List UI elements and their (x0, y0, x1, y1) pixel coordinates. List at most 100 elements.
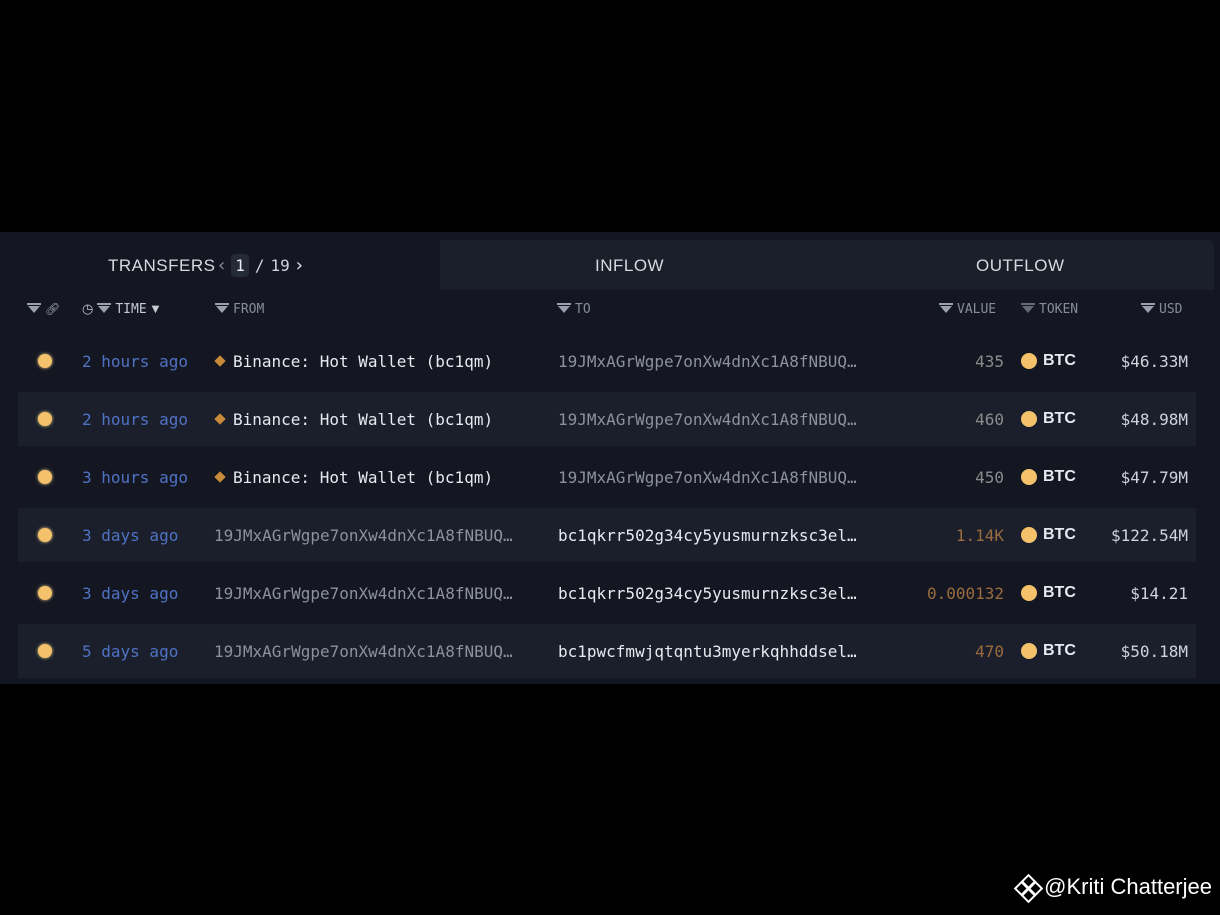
binance-icon (214, 471, 226, 483)
row-from[interactable]: Binance: Hot Wallet (bc1qm) (214, 450, 494, 504)
status-dot (38, 334, 52, 388)
status-dot (38, 392, 52, 446)
tab-inflow-outflow-bg: INFLOW OUTFLOW (440, 240, 1214, 290)
row-token[interactable]: BTC (1021, 450, 1076, 504)
row-time[interactable]: 3 days ago (82, 508, 178, 562)
header-link-filter[interactable]: 🔗︎ (27, 302, 60, 316)
row-usd: $47.79M (1120, 467, 1188, 487)
row-token[interactable]: BTC (1021, 624, 1076, 678)
btc-icon (1021, 643, 1037, 659)
row-from[interactable]: 19JMxAGrWgpe7onXw4dnXc1A8fNBUQ… (214, 624, 513, 678)
row-time[interactable]: 2 hours ago (82, 334, 188, 388)
row-usd: $48.98M (1120, 409, 1188, 429)
header-time[interactable]: ◷ TIME ▼ (82, 302, 159, 317)
header-to-label: TO (575, 302, 591, 317)
filter-icon[interactable] (1021, 303, 1035, 313)
header-token-label: TOKEN (1039, 302, 1079, 317)
total-pages: 19 (270, 255, 290, 275)
row-from[interactable]: 19JMxAGrWgpe7onXw4dnXc1A8fNBUQ… (214, 566, 513, 620)
row-from-label: Binance: Hot Wallet (bc1qm) (233, 351, 494, 371)
row-from[interactable]: Binance: Hot Wallet (bc1qm) (214, 334, 494, 388)
row-time[interactable]: 5 days ago (82, 624, 178, 678)
filter-icon[interactable] (27, 302, 41, 313)
row-value: 460 (975, 409, 1004, 429)
binance-icon (214, 355, 226, 367)
btc-icon (1021, 353, 1037, 369)
transfers-panel: TRANSFERS ‹ 1 / 19 › INFLOW OUTFLOW 🔗︎ ◷… (0, 232, 1220, 684)
clock-icon: ◷ (82, 302, 94, 317)
page-separator: / (254, 255, 265, 275)
table-row[interactable]: 2 hours ago Binance: Hot Wallet (bc1qm) … (18, 334, 1196, 388)
header-value[interactable]: VALUE (939, 302, 997, 317)
header-value-label: VALUE (957, 302, 997, 317)
row-token-label: BTC (1043, 352, 1076, 369)
table-row[interactable]: 3 days ago 19JMxAGrWgpe7onXw4dnXc1A8fNBU… (18, 508, 1196, 562)
current-page: 1 (231, 253, 249, 277)
row-value: 450 (975, 467, 1004, 487)
filter-icon[interactable] (215, 303, 229, 313)
tab-inflow[interactable]: INFLOW (595, 256, 664, 276)
watermark-text: @Kriti Chatterjee (1044, 874, 1212, 899)
tab-outflow[interactable]: OUTFLOW (976, 256, 1065, 276)
row-token-label: BTC (1043, 642, 1076, 659)
header-from[interactable]: FROM (215, 302, 265, 317)
row-time[interactable]: 2 hours ago (82, 392, 188, 446)
binance-icon (214, 413, 226, 425)
table-row[interactable]: 5 days ago 19JMxAGrWgpe7onXw4dnXc1A8fNBU… (18, 624, 1196, 678)
row-from-label: Binance: Hot Wallet (bc1qm) (233, 409, 494, 429)
btc-icon (1021, 527, 1037, 543)
pagination: ‹ 1 / 19 › (218, 252, 303, 278)
filter-icon[interactable] (939, 303, 953, 313)
filter-icon[interactable] (557, 303, 571, 313)
status-dot (38, 566, 52, 620)
row-to[interactable]: 19JMxAGrWgpe7onXw4dnXc1A8fNBUQ… (558, 334, 857, 388)
btc-icon (1021, 411, 1037, 427)
row-time[interactable]: 3 hours ago (82, 450, 188, 504)
next-page-button[interactable]: › (296, 255, 303, 276)
row-to[interactable]: bc1qkrr502g34cy5yusmurnzksc3el… (558, 508, 857, 562)
tab-transfers[interactable]: TRANSFERS ‹ 1 / 19 › (0, 240, 440, 290)
row-usd: $46.33M (1120, 351, 1188, 371)
row-to[interactable]: 19JMxAGrWgpe7onXw4dnXc1A8fNBUQ… (558, 450, 857, 504)
row-token[interactable]: BTC (1021, 334, 1076, 388)
header-from-label: FROM (233, 302, 265, 317)
status-dot (38, 508, 52, 562)
row-usd: $122.54M (1110, 525, 1188, 545)
prev-page-button[interactable]: ‹ (218, 255, 225, 276)
row-token-label: BTC (1043, 584, 1076, 601)
header-to[interactable]: TO (557, 302, 591, 317)
row-token[interactable]: BTC (1021, 508, 1076, 562)
table-row[interactable]: 3 hours ago Binance: Hot Wallet (bc1qm) … (18, 450, 1196, 504)
status-dot (38, 450, 52, 504)
table-header: 🔗︎ ◷ TIME ▼ FROM TO VALUE TOKEN USD (0, 298, 1220, 322)
sort-down-icon[interactable]: ▼ (152, 304, 160, 315)
row-time[interactable]: 3 days ago (82, 566, 178, 620)
row-to[interactable]: bc1pwcfmwjqtqntu3myerkqhhddsel… (558, 624, 857, 678)
filter-icon[interactable] (97, 303, 112, 313)
row-to[interactable]: 19JMxAGrWgpe7onXw4dnXc1A8fNBUQ… (558, 392, 857, 446)
row-usd: $50.18M (1120, 641, 1188, 661)
row-to[interactable]: bc1qkrr502g34cy5yusmurnzksc3el… (558, 566, 857, 620)
row-token[interactable]: BTC (1021, 566, 1076, 620)
binance-logo-icon (1013, 873, 1044, 904)
filter-icon[interactable] (1141, 303, 1155, 313)
row-from[interactable]: Binance: Hot Wallet (bc1qm) (214, 392, 494, 446)
header-time-label: TIME (115, 302, 147, 317)
row-token-label: BTC (1043, 410, 1076, 427)
header-usd[interactable]: USD (1141, 302, 1182, 317)
row-from-label: Binance: Hot Wallet (bc1qm) (233, 467, 494, 487)
table-row[interactable]: 3 days ago 19JMxAGrWgpe7onXw4dnXc1A8fNBU… (18, 566, 1196, 620)
row-token[interactable]: BTC (1021, 392, 1076, 446)
row-value: 0.000132 (926, 583, 1004, 603)
btc-icon (1021, 469, 1037, 485)
header-token[interactable]: TOKEN (1021, 302, 1079, 317)
row-value: 435 (975, 351, 1004, 371)
row-token-label: BTC (1043, 468, 1076, 485)
row-usd: $14.21 (1130, 583, 1188, 603)
watermark: @Kriti Chatterjee (1013, 873, 1212, 904)
table-row[interactable]: 2 hours ago Binance: Hot Wallet (bc1qm) … (18, 392, 1196, 446)
row-value: 1.14K (955, 525, 1004, 545)
status-dot (38, 624, 52, 678)
row-from[interactable]: 19JMxAGrWgpe7onXw4dnXc1A8fNBUQ… (214, 508, 513, 562)
tab-bar: TRANSFERS ‹ 1 / 19 › INFLOW OUTFLOW (0, 240, 1214, 290)
